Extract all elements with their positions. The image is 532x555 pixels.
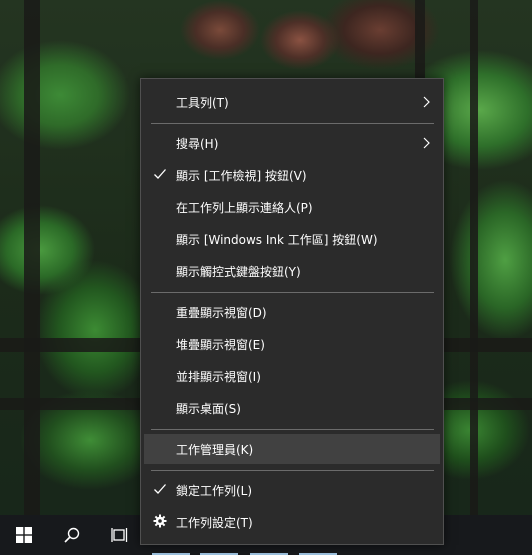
menu-item-stack-windows[interactable]: 堆疊顯示視窗(E)	[144, 329, 440, 359]
menu-item-show-ink-workspace-button[interactable]: 顯示 [Windows Ink 工作區] 按鈕(W)	[144, 224, 440, 254]
search-button[interactable]	[48, 515, 96, 555]
menu-item-show-desktop[interactable]: 顯示桌面(S)	[144, 393, 440, 423]
menu-item-cascade-windows[interactable]: 重疊顯示視窗(D)	[144, 297, 440, 327]
menu-item-show-touch-keyboard-button[interactable]: 顯示觸控式鍵盤按鈕(Y)	[144, 256, 440, 286]
task-view-icon	[111, 528, 128, 542]
menu-item-task-manager[interactable]: 工作管理員(K)	[144, 434, 440, 464]
chevron-right-icon	[423, 137, 430, 149]
windows-start-icon	[16, 527, 32, 543]
chevron-right-icon	[423, 96, 430, 108]
menu-item-label: 搜尋(H)	[176, 136, 219, 151]
menu-item-label: 重疊顯示視窗(D)	[176, 305, 267, 320]
menu-separator	[151, 292, 434, 293]
menu-item-show-task-view-button[interactable]: 顯示 [工作檢視] 按鈕(V)	[144, 160, 440, 190]
menu-item-label: 顯示 [工作檢視] 按鈕(V)	[176, 168, 307, 183]
menu-separator	[151, 470, 434, 471]
menu-item-label: 顯示桌面(S)	[176, 401, 241, 416]
menu-item-label: 鎖定工作列(L)	[176, 483, 253, 498]
menu-item-label: 工作列設定(T)	[176, 515, 253, 530]
menu-item-lock-taskbar[interactable]: 鎖定工作列(L)	[144, 475, 440, 505]
menu-item-label: 工作管理員(K)	[176, 442, 254, 457]
wallpaper-frame	[470, 0, 478, 515]
menu-item-search[interactable]: 搜尋(H)	[144, 128, 440, 158]
menu-separator	[151, 429, 434, 430]
checkmark-icon	[154, 484, 166, 494]
task-view-button[interactable]	[96, 515, 144, 555]
search-icon	[64, 527, 80, 543]
menu-item-toolbars[interactable]: 工具列(T)	[144, 87, 440, 117]
checkmark-icon	[154, 169, 166, 179]
menu-item-label: 堆疊顯示視窗(E)	[176, 337, 265, 352]
menu-item-side-by-side-windows[interactable]: 並排顯示視窗(I)	[144, 361, 440, 391]
menu-separator	[151, 123, 434, 124]
menu-item-label: 顯示 [Windows Ink 工作區] 按鈕(W)	[176, 232, 378, 247]
menu-item-label: 顯示觸控式鍵盤按鈕(Y)	[176, 264, 301, 279]
menu-item-label: 在工作列上顯示連絡人(P)	[176, 200, 313, 215]
menu-item-taskbar-settings[interactable]: 工作列設定(T)	[144, 507, 440, 537]
start-button[interactable]	[0, 515, 48, 555]
taskbar-context-menu: 工具列(T) 搜尋(H) 顯示 [工作檢視] 按鈕(V) 在工作列上顯示連絡人(…	[140, 78, 444, 545]
gear-icon	[153, 514, 167, 528]
wallpaper-frame	[24, 0, 40, 515]
menu-item-label: 並排顯示視窗(I)	[176, 369, 261, 384]
menu-item-label: 工具列(T)	[176, 95, 229, 110]
menu-item-show-people[interactable]: 在工作列上顯示連絡人(P)	[144, 192, 440, 222]
